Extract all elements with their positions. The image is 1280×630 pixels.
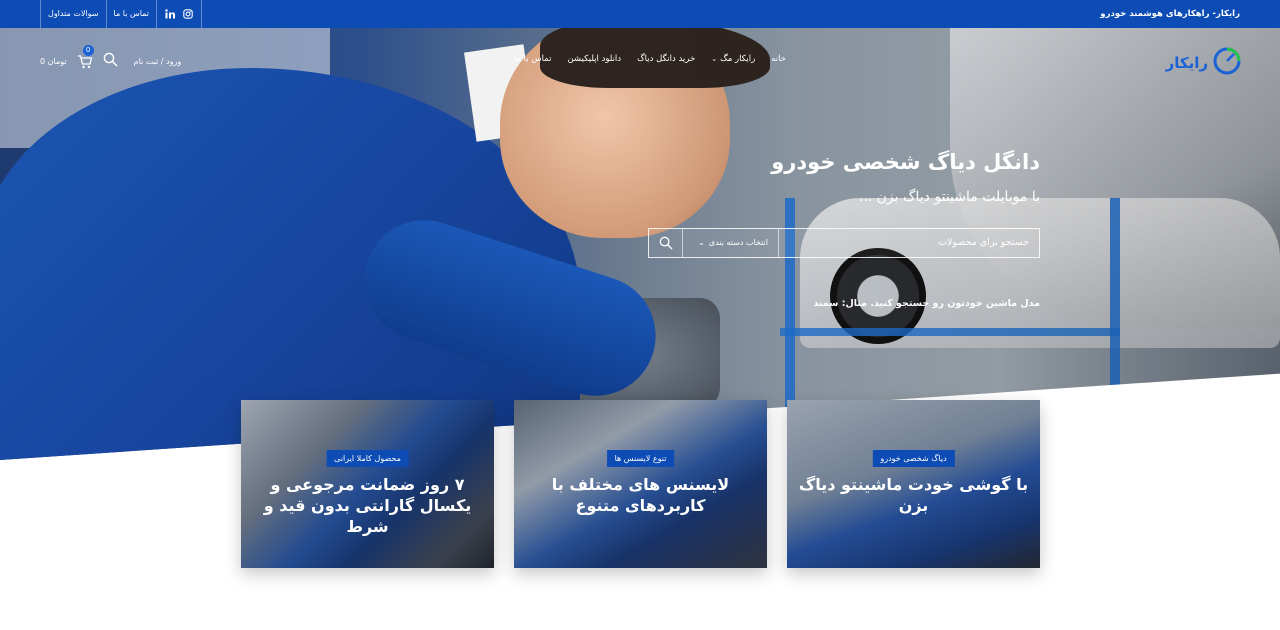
card-title: با گوشی خودت ماشینتو دیاگ بزن xyxy=(798,475,1029,515)
chevron-down-icon: ⌄ xyxy=(711,55,718,63)
chevron-down-icon: ⌄ xyxy=(698,238,705,247)
nav-item-label: رایکار مگ xyxy=(720,54,756,64)
site-logo[interactable]: رایکار xyxy=(1166,46,1242,80)
cart-icon xyxy=(77,54,92,68)
nav-item-buy-dongle[interactable]: خرید دانگل دیاگ xyxy=(629,54,703,64)
search-input[interactable]: جستجو برای محصولات xyxy=(779,229,1039,257)
social-links xyxy=(156,0,203,28)
linkedin-icon[interactable] xyxy=(165,9,176,19)
nav-item-label: خانه xyxy=(771,54,786,64)
nav-item-download-app[interactable]: دانلود اپلیکیشن xyxy=(559,54,629,64)
hero-overlay xyxy=(0,28,1280,460)
product-search-bar: جستجو برای محصولات انتخاب دسته بندی ⌄ xyxy=(648,228,1040,258)
login-link[interactable]: ورود / ثبت نام xyxy=(134,57,182,66)
promo-card-licenses[interactable]: تنوع لایسنس ها لایسنس های مختلف با کاربر… xyxy=(514,400,767,568)
search-icon[interactable] xyxy=(103,52,118,71)
promo-card-diag[interactable]: دیاگ شخصی خودرو با گوشی خودت ماشینتو دیا… xyxy=(787,400,1040,568)
top-links: سوالات متداول تماس با ما xyxy=(40,0,203,28)
faq-link[interactable]: سوالات متداول xyxy=(40,0,106,28)
search-hint: مدل ماشین خودتون رو جستجو کنید. مثال: سم… xyxy=(813,298,1040,309)
nav-item-label: خرید دانگل دیاگ xyxy=(637,54,696,64)
site-tagline: رایکار- راهکارهای هوشمند خودرو xyxy=(1100,9,1240,19)
category-select-label: انتخاب دسته بندی xyxy=(708,238,768,247)
contact-link[interactable]: تماس با ما xyxy=(105,0,157,28)
card-badge: محصول کاملا ایرانی xyxy=(326,450,409,467)
cart-button[interactable]: 0 xyxy=(77,44,94,70)
hero-banner xyxy=(0,28,1280,460)
card-badge: دیاگ شخصی خودرو xyxy=(872,450,955,467)
hero-subtitle: با موبایلت ماشینتو دیاگ بزن ... xyxy=(858,189,1040,205)
hero-title: دانگل دیاگ شخصی خودرو xyxy=(771,150,1040,174)
card-title: ۷ روز ضمانت مرجوعی و یکسال گارانتی بدون … xyxy=(263,475,472,536)
main-nav: خانه رایکار مگ ⌄ خرید دانگل دیاگ دانلود ا… xyxy=(506,54,794,64)
cart-count-badge: 0 xyxy=(82,44,94,56)
promo-card-warranty[interactable]: محصول کاملا ایرانی ۷ روز ضمانت مرجوعی و … xyxy=(241,400,494,568)
top-bar: رایکار- راهکارهای هوشمند خودرو سوالات مت… xyxy=(0,0,1280,28)
cart-total[interactable]: 0 تومان xyxy=(40,57,67,66)
card-badge: تنوع لایسنس ها xyxy=(606,450,675,467)
search-button[interactable] xyxy=(649,229,683,257)
logo-icon xyxy=(1212,46,1242,80)
header-actions: 0 تومان 0 ورود / ثبت نام xyxy=(40,44,182,71)
instagram-icon[interactable] xyxy=(183,9,193,19)
nav-item-label: دانلود اپلیکیشن xyxy=(567,54,622,64)
nav-item-mag[interactable]: رایکار مگ ⌄ xyxy=(703,54,763,64)
search-icon xyxy=(659,236,673,250)
nav-item-label: تماس با ما xyxy=(513,54,552,64)
card-title: لایسنس های مختلف با کاربردهای متنوع xyxy=(551,475,730,515)
nav-item-home[interactable]: خانه xyxy=(763,54,794,64)
logo-text: رایکار xyxy=(1165,54,1208,72)
nav-item-contact[interactable]: تماس با ما xyxy=(506,54,560,64)
category-select[interactable]: انتخاب دسته بندی ⌄ xyxy=(683,229,779,257)
